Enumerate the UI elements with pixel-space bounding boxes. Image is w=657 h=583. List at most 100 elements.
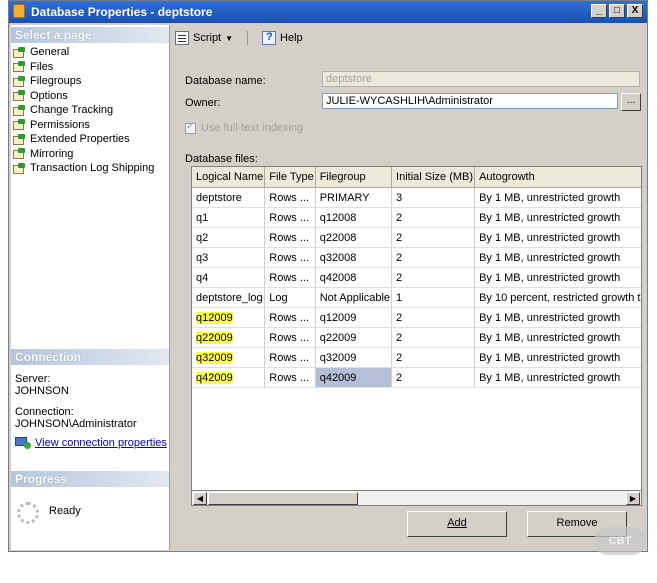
add-button[interactable]: Add xyxy=(407,511,507,537)
cell[interactable]: q22008 xyxy=(315,227,393,248)
nav-label: Change Tracking xyxy=(30,104,114,117)
table-row[interactable]: q2 Rows ... q22008 2 By 1 MB, unrestricted g… xyxy=(192,227,641,248)
cell[interactable]: By 1 MB, unrestricted growth xyxy=(474,327,641,348)
cell[interactable]: By 1 MB, unrestricted growth xyxy=(474,367,641,388)
cell[interactable]: By 1 MB, unrestricted growth xyxy=(474,267,641,288)
cell[interactable]: Rows ... xyxy=(264,327,316,348)
nav-item-change-tracking[interactable]: Change Tracking xyxy=(13,103,167,118)
cell[interactable]: Rows ... xyxy=(264,247,316,268)
cell[interactable]: Log xyxy=(264,287,316,308)
column-header-file-type[interactable]: File Type xyxy=(264,167,316,188)
cell[interactable]: q4 xyxy=(192,267,266,288)
nav-item-options[interactable]: Options xyxy=(13,89,167,104)
script-button[interactable]: Script ▼ xyxy=(175,31,233,45)
cell[interactable]: q12009 xyxy=(192,307,266,328)
cell[interactable]: By 1 MB, unrestricted growth xyxy=(474,227,641,248)
minimize-button[interactable]: _ xyxy=(591,4,607,18)
toolbar: Script ▼ Help xyxy=(175,31,303,45)
horizontal-scrollbar[interactable]: ◀ ▶ xyxy=(191,490,642,506)
cell[interactable]: q12008 xyxy=(315,207,393,228)
cell[interactable]: 2 xyxy=(391,307,476,328)
view-connection-properties-link[interactable]: View connection properties xyxy=(15,437,167,449)
cell[interactable]: q32009 xyxy=(315,347,393,368)
table-row[interactable]: q12009 Rows ... q12009 2 By 1 MB, unrestrict… xyxy=(192,307,641,328)
nav-item-files[interactable]: Files xyxy=(13,59,167,74)
highlighted-name: q32009 xyxy=(196,351,233,364)
cell[interactable]: Rows ... xyxy=(264,207,316,228)
database-name-field[interactable]: deptstore xyxy=(322,71,640,87)
selected-filegroup-cell[interactable]: q42009 xyxy=(315,367,393,388)
owner-field[interactable]: JULIE-WYCASHLIH\Administrator xyxy=(322,93,618,109)
cell[interactable]: q42009 xyxy=(192,367,266,388)
cell[interactable]: deptstore_log xyxy=(192,287,266,308)
select-page-header: Select a page xyxy=(11,27,169,43)
scroll-thumb[interactable] xyxy=(208,492,358,505)
cell[interactable]: 2 xyxy=(391,227,476,248)
window-title: Database Properties - deptstore xyxy=(31,5,213,19)
cell[interactable]: q32008 xyxy=(315,247,393,268)
nav-item-mirroring[interactable]: Mirroring xyxy=(13,147,167,162)
column-header-logical-name[interactable]: Logical Name xyxy=(192,167,266,188)
column-header-filegroup[interactable]: Filegroup xyxy=(315,167,393,188)
cell[interactable]: q32009 xyxy=(192,347,266,368)
scroll-left-icon[interactable]: ◀ xyxy=(193,492,207,505)
cell[interactable]: By 10 percent, restricted growth t... xyxy=(474,287,641,308)
cell[interactable]: q42008 xyxy=(315,267,393,288)
cell[interactable]: Rows ... xyxy=(264,307,316,328)
cell[interactable]: Rows ... xyxy=(264,227,316,248)
cell[interactable]: By 1 MB, unrestricted growth xyxy=(474,187,641,208)
checkbox-icon xyxy=(185,121,196,134)
cell[interactable]: By 1 MB, unrestricted growth xyxy=(474,307,641,328)
cell[interactable]: q2 xyxy=(192,227,266,248)
nav-item-extended-properties[interactable]: Extended Properties xyxy=(13,132,167,147)
cell[interactable]: By 1 MB, unrestricted growth xyxy=(474,247,641,268)
column-header-autogrowth[interactable]: Autogrowth xyxy=(474,167,641,188)
table-row[interactable]: q1 Rows ... q12008 2 By 1 MB, unrestricted g… xyxy=(192,207,641,228)
database-files-grid[interactable]: Logical Name File Type Filegroup Initial… xyxy=(191,166,642,506)
help-button[interactable]: Help xyxy=(262,31,303,45)
cell[interactable]: Rows ... xyxy=(264,187,316,208)
browse-owner-button[interactable]: ... xyxy=(621,93,641,111)
nav-item-permissions[interactable]: Permissions xyxy=(13,118,167,133)
column-header-initial-size[interactable]: Initial Size (MB) xyxy=(391,167,476,188)
cell[interactable]: Not Applicable xyxy=(315,287,393,308)
cell[interactable]: 2 xyxy=(391,367,476,388)
fulltext-indexing-checkbox[interactable]: Use full-text indexing xyxy=(185,121,303,134)
table-row[interactable]: deptstore_log Log Not Applicable 1 By 10 per… xyxy=(192,287,641,308)
cell[interactable]: q1 xyxy=(192,207,266,228)
nav-item-transaction-log-shipping[interactable]: Transaction Log Shipping xyxy=(13,161,167,176)
close-button[interactable]: X xyxy=(627,4,643,18)
cell[interactable]: q22009 xyxy=(192,327,266,348)
cell[interactable]: 2 xyxy=(391,267,476,288)
table-row[interactable]: q42009 Rows ... q42009 2 By 1 MB, unrestrict… xyxy=(192,367,641,388)
cell[interactable]: 3 xyxy=(391,187,476,208)
cell[interactable]: By 1 MB, unrestricted growth xyxy=(474,347,641,368)
cell[interactable]: 2 xyxy=(391,327,476,348)
cell[interactable]: deptstore xyxy=(192,187,266,208)
cell[interactable]: Rows ... xyxy=(264,367,316,388)
cell[interactable]: By 1 MB, unrestricted growth xyxy=(474,207,641,228)
scroll-right-icon[interactable]: ▶ xyxy=(626,492,640,505)
table-row[interactable]: q3 Rows ... q32008 2 By 1 MB, unrestricted g… xyxy=(192,247,641,268)
nav-item-filegroups[interactable]: Filegroups xyxy=(13,74,167,89)
cell[interactable]: q12009 xyxy=(315,307,393,328)
maximize-button[interactable]: □ xyxy=(609,4,625,18)
table-row[interactable]: deptstore Rows ... PRIMARY 3 By 1 MB, unrest… xyxy=(192,187,641,208)
page-icon xyxy=(13,162,26,174)
cell[interactable]: q3 xyxy=(192,247,266,268)
table-row[interactable]: q22009 Rows ... q22009 2 By 1 MB, unrestrict… xyxy=(192,327,641,348)
cell[interactable]: PRIMARY xyxy=(315,187,393,208)
table-row[interactable]: q4 Rows ... q42008 2 By 1 MB, unrestricted g… xyxy=(192,267,641,288)
cell[interactable]: 2 xyxy=(391,207,476,228)
title-bar[interactable]: Database Properties - deptstore _ □ X xyxy=(9,1,647,23)
cell[interactable]: 2 xyxy=(391,347,476,368)
cell[interactable]: q22009 xyxy=(315,327,393,348)
cell[interactable]: 2 xyxy=(391,247,476,268)
cell[interactable]: Rows ... xyxy=(264,267,316,288)
cell[interactable]: Rows ... xyxy=(264,347,316,368)
nav-label: Files xyxy=(30,60,54,73)
table-row[interactable]: q32009 Rows ... q32009 2 By 1 MB, unrestrict… xyxy=(192,347,641,368)
files-table: Logical Name File Type Filegroup Initial… xyxy=(192,167,641,388)
nav-item-general[interactable]: General xyxy=(13,45,167,60)
cell[interactable]: 1 xyxy=(391,287,476,308)
